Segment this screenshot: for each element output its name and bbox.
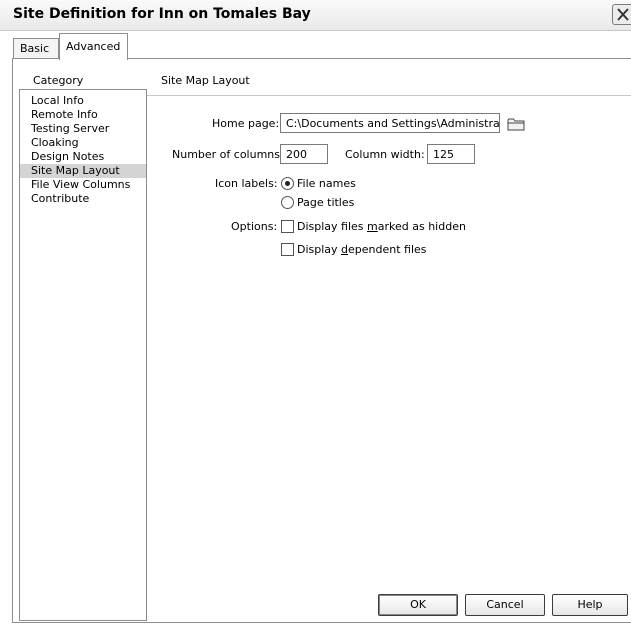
- tab-basic[interactable]: Basic: [13, 38, 59, 58]
- category-item-site-map-layout[interactable]: Site Map Layout: [20, 164, 146, 178]
- display-hidden-files-checkbox[interactable]: [281, 220, 294, 233]
- category-list[interactable]: Local Info Remote Info Testing Server Cl…: [19, 89, 147, 621]
- display-dependent-files-label[interactable]: Display dependent files: [297, 243, 427, 256]
- page-titles-radio-label[interactable]: Page titles: [297, 196, 354, 209]
- display-hidden-files-label[interactable]: Display files marked as hidden: [297, 220, 466, 233]
- window-title: Site Definition for Inn on Tomales Bay: [13, 6, 311, 22]
- home-page-label: Home page:: [212, 117, 280, 130]
- icon-labels-label: Icon labels:: [215, 177, 278, 190]
- home-page-input[interactable]: C:\Documents and Settings\Administrat: [280, 113, 500, 133]
- number-of-columns-label: Number of columns:: [172, 148, 284, 161]
- tab-advanced-label: Advanced: [66, 40, 121, 53]
- page-titles-radio[interactable]: [281, 196, 294, 209]
- radio-selected-dot: [285, 181, 290, 186]
- file-names-radio[interactable]: [281, 177, 294, 190]
- column-width-label: Column width:: [345, 148, 425, 161]
- section-divider: [147, 95, 631, 96]
- tab-advanced[interactable]: Advanced: [59, 33, 128, 60]
- ok-button[interactable]: OK: [378, 594, 458, 616]
- cancel-button[interactable]: Cancel: [465, 594, 545, 616]
- close-button[interactable]: [612, 4, 631, 25]
- category-heading: Category: [33, 74, 84, 87]
- options-label: Options:: [231, 220, 278, 233]
- column-width-input[interactable]: 125: [427, 144, 475, 164]
- number-of-columns-input[interactable]: 200: [280, 144, 328, 164]
- category-item-testing-server[interactable]: Testing Server: [20, 122, 146, 136]
- help-button[interactable]: Help: [552, 594, 628, 616]
- category-item-remote-info[interactable]: Remote Info: [20, 108, 146, 122]
- folder-icon[interactable]: [507, 117, 525, 131]
- close-icon: [617, 8, 629, 21]
- category-item-contribute[interactable]: Contribute: [20, 192, 146, 206]
- category-item-local-info[interactable]: Local Info: [20, 94, 146, 108]
- category-item-cloaking[interactable]: Cloaking: [20, 136, 146, 150]
- category-item-file-view-columns[interactable]: File View Columns: [20, 178, 146, 192]
- tab-basic-label: Basic: [20, 42, 50, 55]
- display-dependent-files-checkbox[interactable]: [281, 243, 294, 256]
- section-heading: Site Map Layout: [161, 74, 250, 87]
- title-bar[interactable]: Site Definition for Inn on Tomales Bay: [0, 0, 631, 31]
- site-definition-dialog: Site Definition for Inn on Tomales Bay B…: [0, 0, 631, 626]
- category-item-design-notes[interactable]: Design Notes: [20, 150, 146, 164]
- file-names-radio-label[interactable]: File names: [297, 177, 356, 190]
